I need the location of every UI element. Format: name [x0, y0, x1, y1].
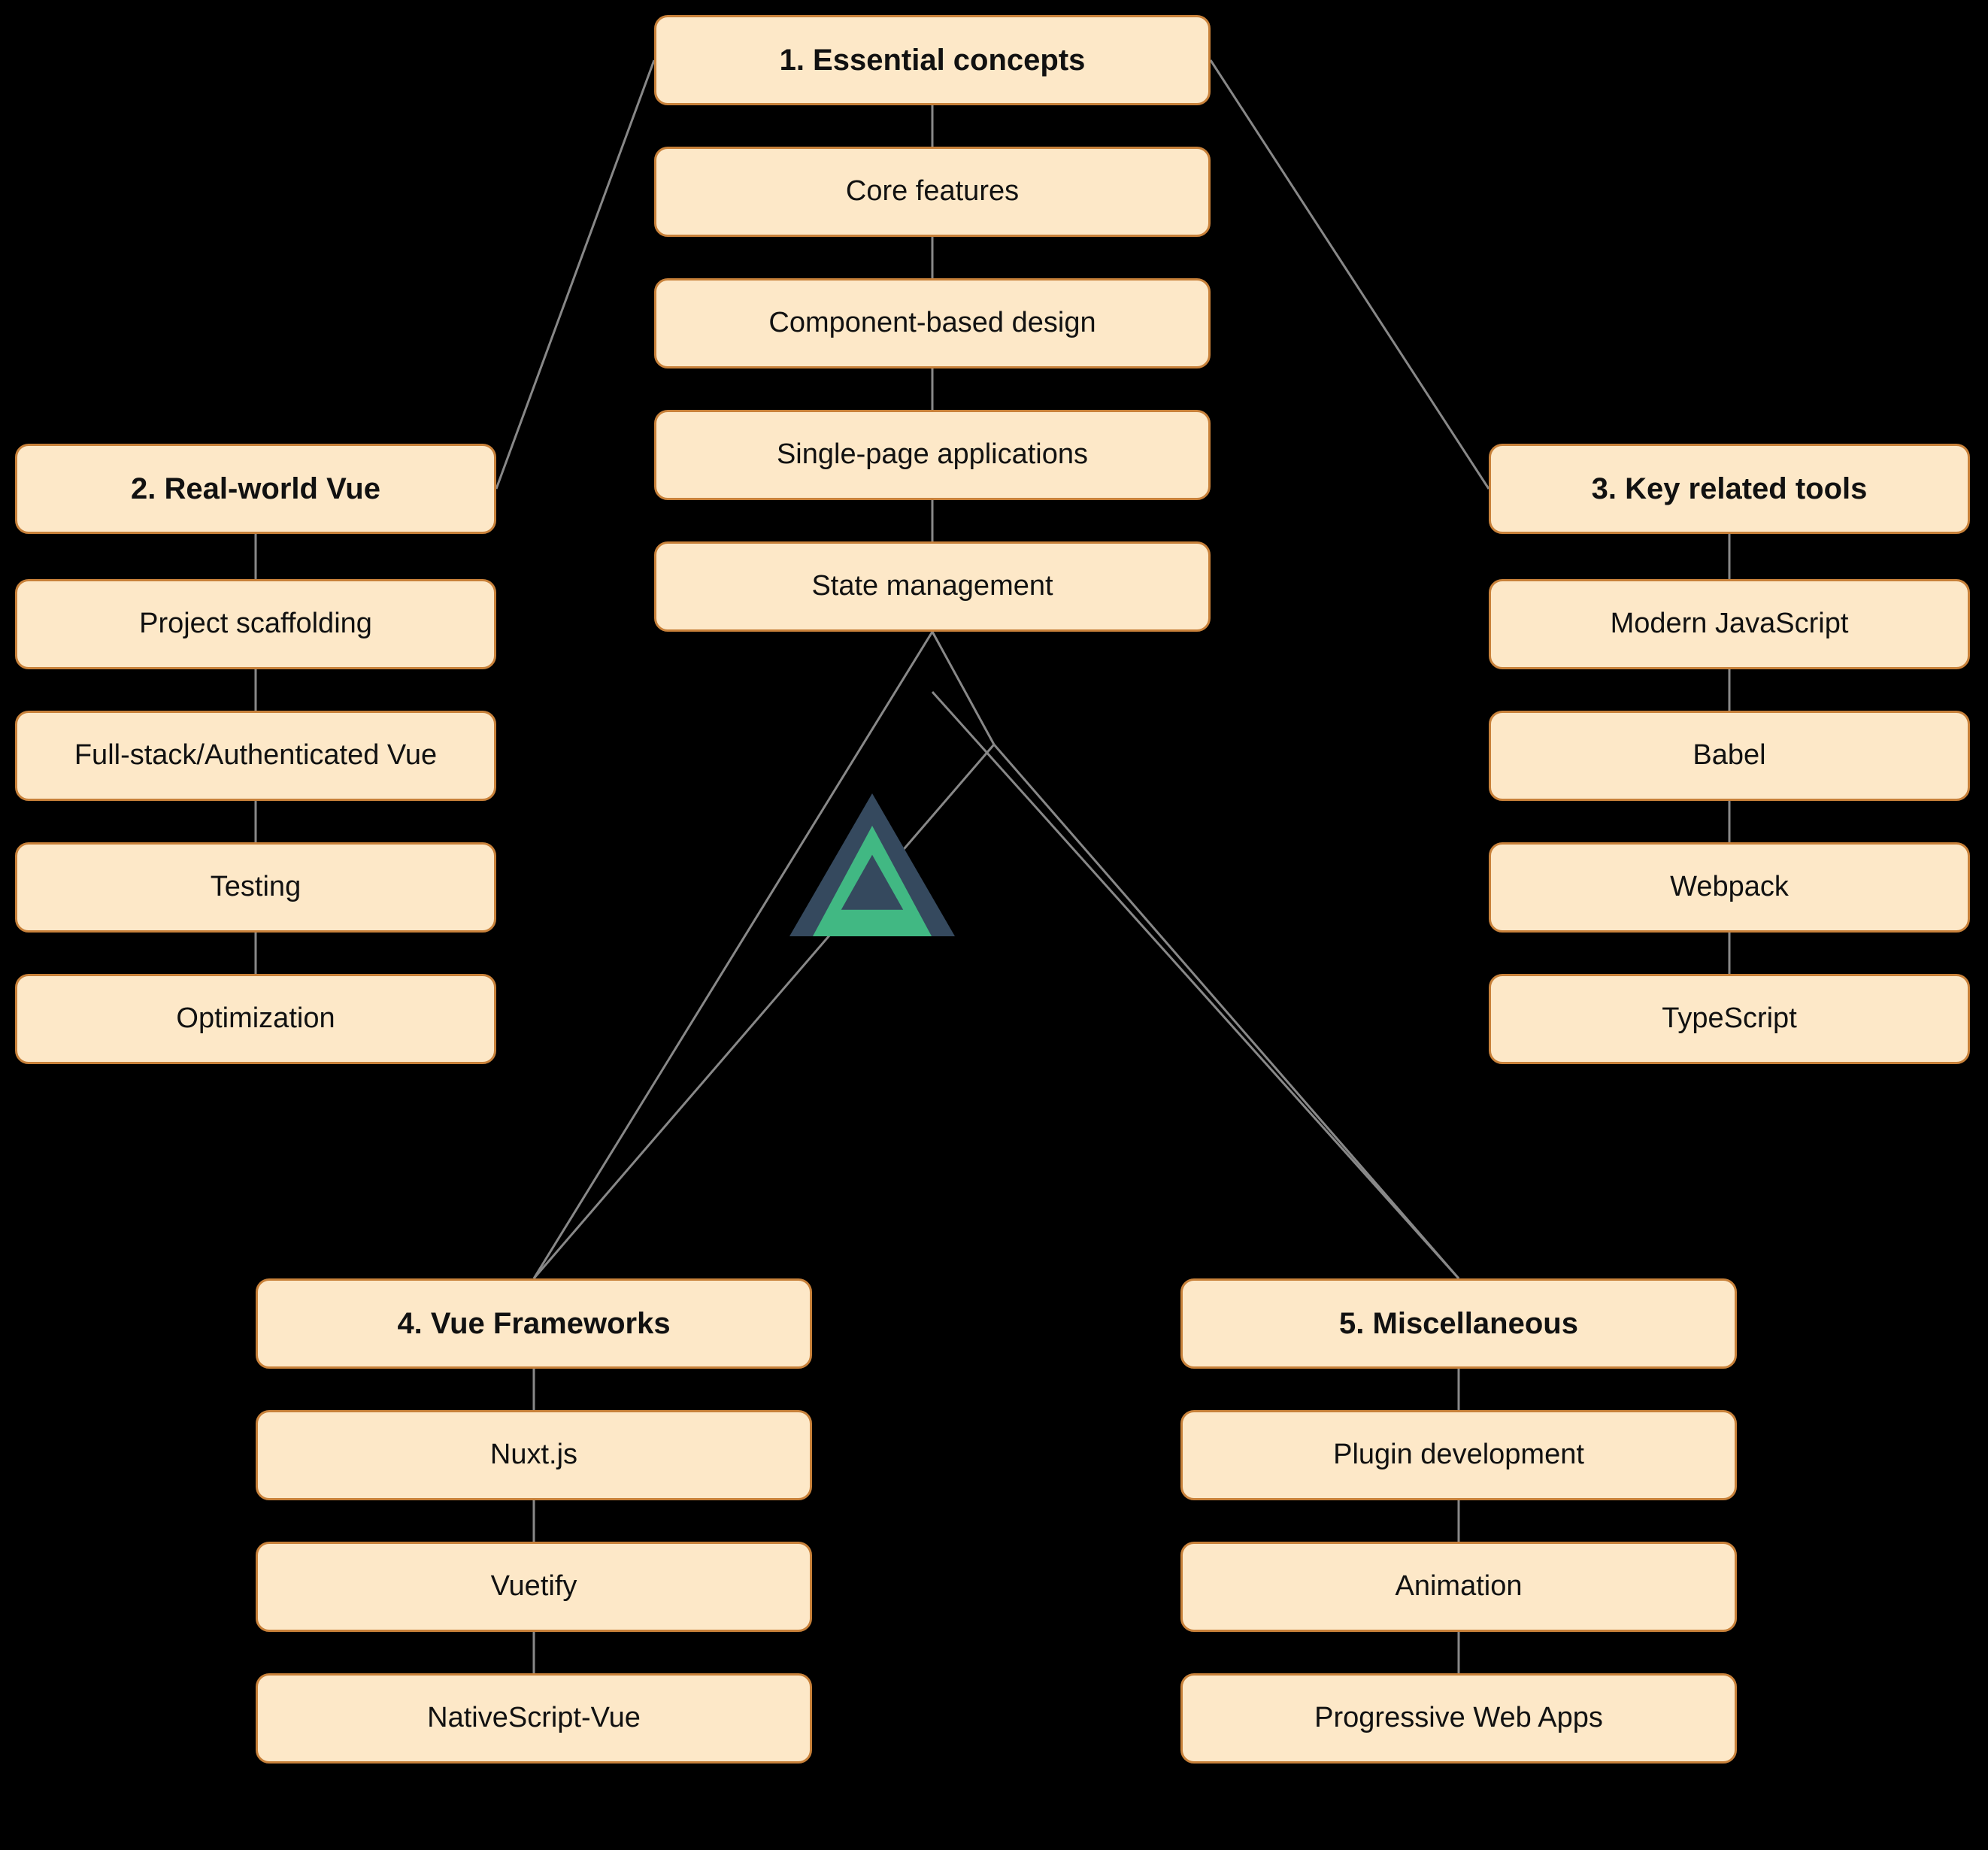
- component_based-label: Component-based design: [768, 306, 1096, 341]
- optimization-label: Optimization: [176, 1002, 335, 1036]
- state_management-label: State management: [811, 569, 1053, 604]
- pwa-label: Progressive Web Apps: [1314, 1701, 1603, 1736]
- vue_frameworks-label: 4. Vue Frameworks: [397, 1306, 670, 1342]
- typescript-label: TypeScript: [1662, 1002, 1797, 1036]
- single_page-label: Single-page applications: [777, 438, 1088, 472]
- plugin_dev-node: Plugin development: [1180, 1410, 1737, 1500]
- essential-label: 1. Essential concepts: [780, 42, 1086, 78]
- babel-node: Babel: [1489, 711, 1970, 801]
- project_scaffolding-node: Project scaffolding: [15, 579, 496, 669]
- real_world-label: 2. Real-world Vue: [131, 471, 380, 507]
- component_based-node: Component-based design: [654, 278, 1211, 368]
- nativescript-node: NativeScript-Vue: [256, 1673, 812, 1764]
- essential-node: 1. Essential concepts: [654, 15, 1211, 105]
- babel-label: Babel: [1693, 738, 1765, 773]
- typescript-node: TypeScript: [1489, 974, 1970, 1064]
- core_features-label: Core features: [846, 174, 1019, 209]
- miscellaneous-node: 5. Miscellaneous: [1180, 1278, 1737, 1369]
- webpack-node: Webpack: [1489, 842, 1970, 933]
- state_management-node: State management: [654, 541, 1211, 632]
- optimization-node: Optimization: [15, 974, 496, 1064]
- nuxtjs-node: Nuxt.js: [256, 1410, 812, 1500]
- vue-logo: [789, 790, 955, 940]
- key_tools-label: 3. Key related tools: [1592, 471, 1868, 507]
- vuetify-node: Vuetify: [256, 1542, 812, 1632]
- nuxtjs-label: Nuxt.js: [490, 1438, 577, 1472]
- pwa-node: Progressive Web Apps: [1180, 1673, 1737, 1764]
- vue_frameworks-node: 4. Vue Frameworks: [256, 1278, 812, 1369]
- vuetify-label: Vuetify: [491, 1569, 577, 1604]
- testing-label: Testing: [211, 870, 301, 905]
- fullstack-label: Full-stack/Authenticated Vue: [74, 738, 437, 773]
- nativescript-label: NativeScript-Vue: [427, 1701, 641, 1736]
- plugin_dev-label: Plugin development: [1333, 1438, 1584, 1472]
- core_features-node: Core features: [654, 147, 1211, 237]
- key_tools-node: 3. Key related tools: [1489, 444, 1970, 534]
- webpack-label: Webpack: [1670, 870, 1789, 905]
- modern_js-node: Modern JavaScript: [1489, 579, 1970, 669]
- single_page-node: Single-page applications: [654, 410, 1211, 500]
- animation-node: Animation: [1180, 1542, 1737, 1632]
- fullstack-node: Full-stack/Authenticated Vue: [15, 711, 496, 801]
- testing-node: Testing: [15, 842, 496, 933]
- modern_js-label: Modern JavaScript: [1611, 607, 1849, 641]
- real_world-node: 2. Real-world Vue: [15, 444, 496, 534]
- animation-label: Animation: [1396, 1569, 1523, 1604]
- miscellaneous-label: 5. Miscellaneous: [1339, 1306, 1578, 1342]
- project_scaffolding-label: Project scaffolding: [139, 607, 372, 641]
